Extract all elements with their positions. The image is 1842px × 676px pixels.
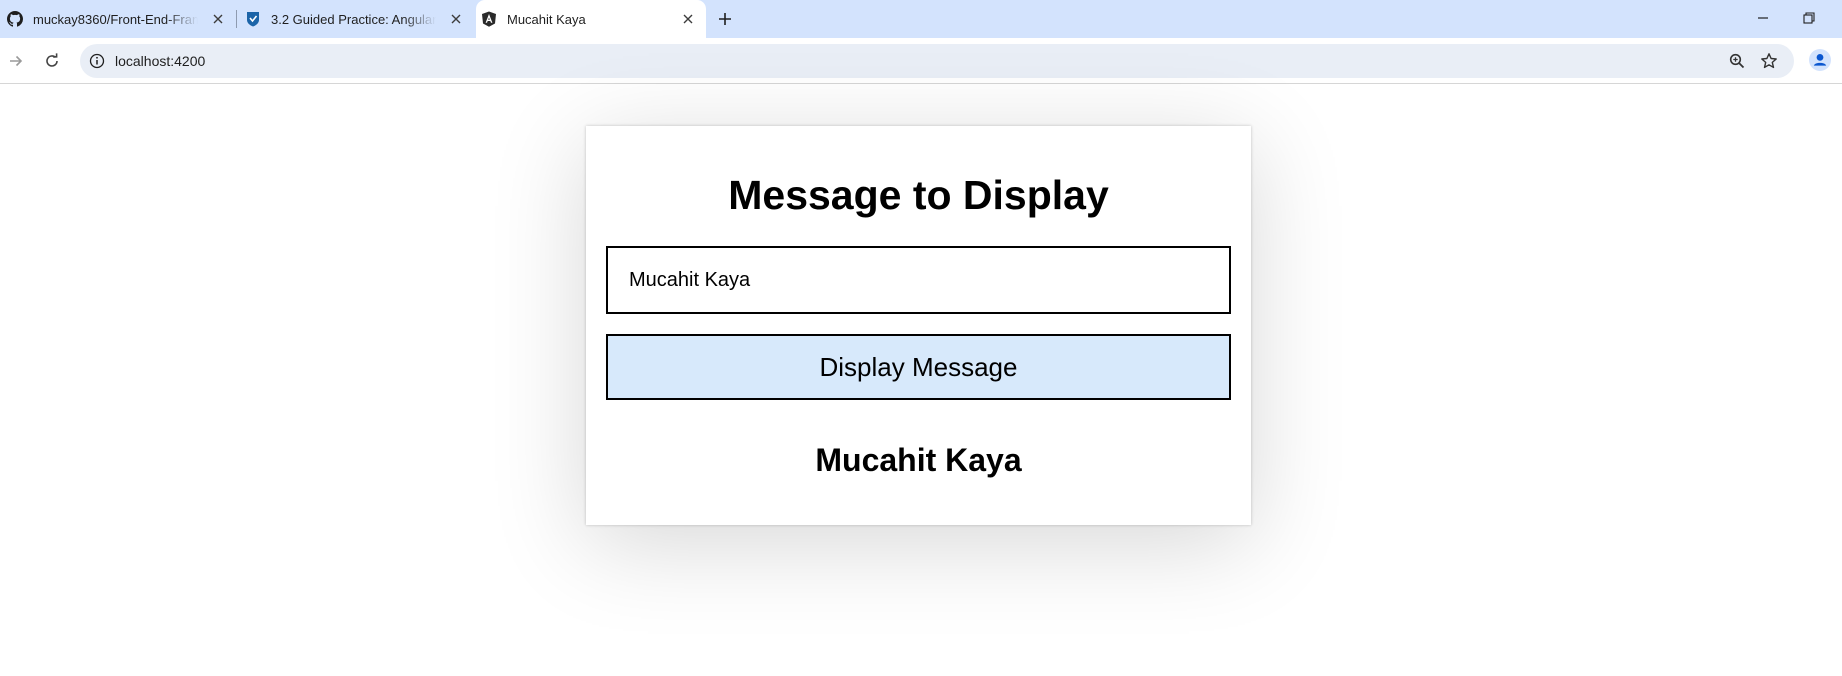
bookmark-star-icon[interactable] (1758, 50, 1780, 72)
minimize-icon[interactable] (1740, 0, 1786, 36)
tab-strip: muckay8360/Front-End-Frameworks 3.2 Guid… (0, 0, 1842, 38)
reload-icon[interactable] (39, 48, 65, 74)
forward-icon[interactable] (3, 48, 29, 74)
message-input[interactable] (606, 246, 1231, 314)
close-tab-icon[interactable] (208, 9, 228, 29)
close-tab-icon[interactable] (678, 9, 698, 29)
browser-toolbar: localhost:4200 (0, 38, 1842, 84)
zoom-icon[interactable] (1726, 50, 1748, 72)
site-info-icon[interactable] (88, 52, 106, 70)
tab-title: muckay8360/Front-End-Frameworks (33, 11, 198, 27)
close-tab-icon[interactable] (446, 9, 466, 29)
tab-title: Mucahit Kaya (507, 11, 586, 27)
tab-separator (236, 10, 237, 28)
address-bar[interactable]: localhost:4200 (80, 44, 1794, 78)
profile-avatar-icon[interactable] (1808, 48, 1832, 72)
display-message-button[interactable]: Display Message (606, 334, 1231, 400)
tab-mucahit-kaya[interactable]: Mucahit Kaya (476, 0, 706, 38)
github-icon (6, 11, 23, 28)
restore-icon[interactable] (1786, 0, 1832, 36)
new-tab-icon[interactable] (713, 7, 737, 31)
tab-github[interactable]: muckay8360/Front-End-Frameworks (0, 0, 236, 38)
tab-title: 3.2 Guided Practice: Angular Intro (271, 11, 436, 27)
url-text: localhost:4200 (115, 53, 206, 69)
displayed-message: Mucahit Kaya (815, 442, 1022, 478)
message-card: Message to Display Display Message Mucah… (586, 126, 1251, 525)
angular-icon (480, 11, 497, 28)
page-title: Message to Display (728, 172, 1109, 218)
course-shield-icon (244, 11, 261, 28)
tab-guided-practice[interactable]: 3.2 Guided Practice: Angular Intro (238, 0, 474, 38)
